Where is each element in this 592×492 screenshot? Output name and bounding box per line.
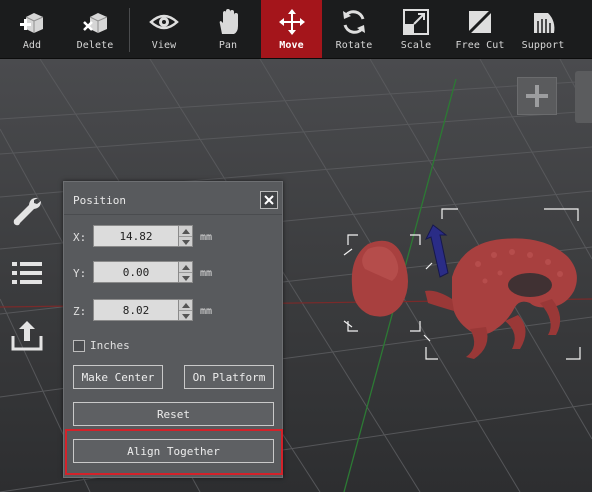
- tool-label: View: [151, 40, 177, 51]
- app-window: Add Delete View Pan Move Rotate Scale Fr…: [0, 0, 592, 492]
- y-label: Y:: [73, 267, 87, 280]
- free-cut-button[interactable]: Free Cut: [450, 0, 510, 58]
- x-label: X:: [73, 231, 87, 244]
- toolbar: Add Delete View Pan Move Rotate Scale Fr…: [0, 0, 592, 59]
- add-button[interactable]: Add: [10, 0, 54, 58]
- close-button[interactable]: [260, 191, 278, 209]
- move-button[interactable]: Move: [261, 0, 322, 58]
- sidebar-item-tools[interactable]: [6, 192, 48, 232]
- tool-label: Rotate: [335, 40, 373, 51]
- y-input[interactable]: 0.00: [93, 261, 179, 283]
- tool-label: Delete: [76, 40, 114, 51]
- x-input[interactable]: 14.82: [93, 225, 179, 247]
- add-model-icon: [17, 7, 47, 37]
- chevron-up-icon[interactable]: [179, 262, 192, 273]
- panel-divider: [64, 214, 282, 215]
- plus-icon: [526, 85, 548, 107]
- view-button[interactable]: View: [140, 0, 188, 58]
- chevron-down-icon[interactable]: [179, 273, 192, 283]
- x-unit: mm: [200, 232, 213, 243]
- rotate-icon: [339, 7, 369, 37]
- z-input[interactable]: 8.02: [93, 299, 179, 321]
- y-stepper[interactable]: [179, 261, 193, 283]
- list-icon: [12, 262, 42, 284]
- side-panel-tab[interactable]: [575, 71, 592, 123]
- inches-checkbox[interactable]: [73, 339, 85, 352]
- chevron-up-icon[interactable]: [179, 300, 192, 311]
- tool-label: Support: [521, 40, 565, 51]
- chevron-up-icon[interactable]: [179, 226, 192, 237]
- z-unit: mm: [200, 306, 213, 317]
- tool-label: Free Cut: [455, 40, 505, 51]
- eye-icon: [149, 7, 179, 37]
- z-label: Z:: [73, 305, 87, 318]
- y-unit: mm: [200, 268, 213, 279]
- scale-button[interactable]: Scale: [394, 0, 438, 58]
- support-button[interactable]: Support: [518, 0, 568, 58]
- delete-model-icon: [80, 7, 110, 37]
- sidebar-item-list[interactable]: [6, 253, 48, 293]
- tool-label: Scale: [400, 40, 432, 51]
- tool-label: Add: [22, 40, 42, 51]
- zoom-in-button[interactable]: [517, 77, 557, 115]
- pan-button[interactable]: Pan: [205, 0, 251, 58]
- free-cut-icon: [465, 7, 495, 37]
- delete-button[interactable]: Delete: [72, 0, 118, 58]
- on-platform-button[interactable]: On Platform: [184, 365, 274, 389]
- hand-icon: [213, 7, 243, 37]
- chevron-down-icon[interactable]: [179, 237, 192, 247]
- panel-title: Position: [73, 194, 126, 207]
- model-kidney[interactable]: [343, 234, 421, 332]
- toolbar-divider: [129, 8, 130, 52]
- reset-button[interactable]: Reset: [73, 402, 274, 426]
- move-gizmo-arrow[interactable]: [424, 224, 449, 278]
- rotate-button[interactable]: Rotate: [330, 0, 378, 58]
- z-stepper[interactable]: [179, 299, 193, 321]
- make-center-button[interactable]: Make Center: [73, 365, 163, 389]
- close-icon: [264, 195, 274, 205]
- support-icon: [528, 7, 558, 37]
- highlight-box: [65, 429, 283, 475]
- inches-label: Inches: [90, 339, 130, 352]
- tool-label: Pan: [218, 40, 238, 51]
- move-arrows-icon: [277, 7, 307, 37]
- tool-label: Move: [279, 40, 304, 51]
- export-icon: [11, 321, 43, 351]
- x-stepper[interactable]: [179, 225, 193, 247]
- chevron-down-icon[interactable]: [179, 311, 192, 321]
- scale-icon: [401, 7, 431, 37]
- sidebar-item-export[interactable]: [6, 315, 48, 355]
- inches-option[interactable]: Inches: [73, 339, 130, 352]
- wrench-icon: [13, 197, 41, 226]
